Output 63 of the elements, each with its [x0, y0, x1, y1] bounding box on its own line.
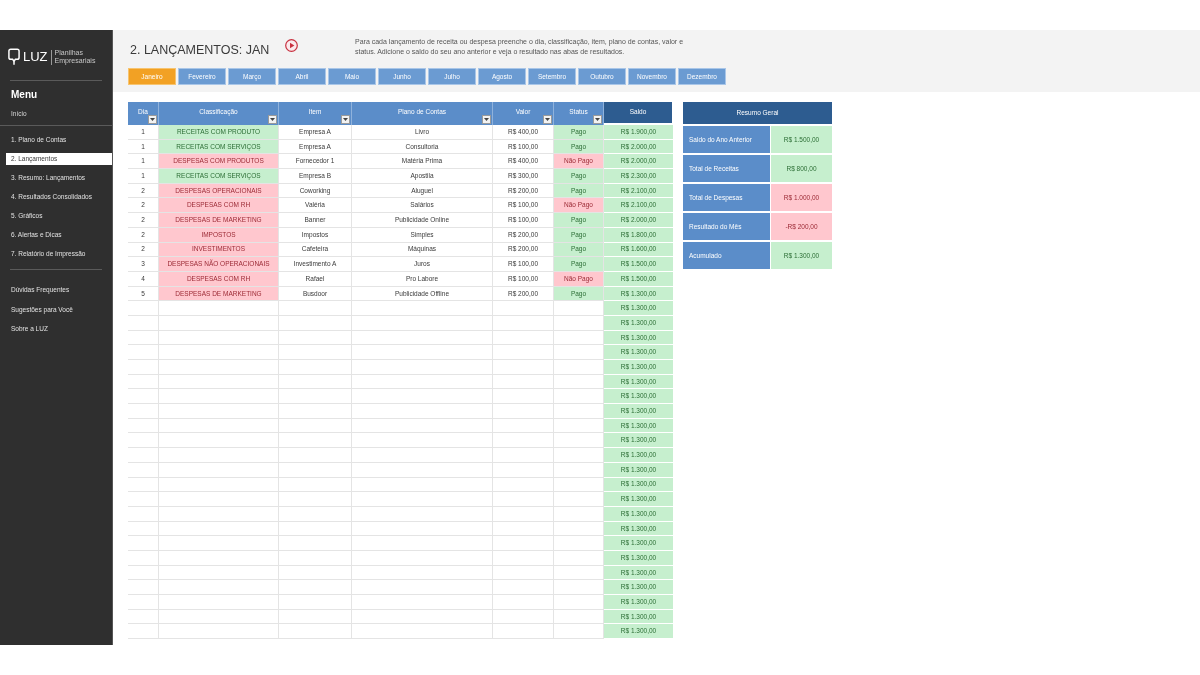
empty-cell: [128, 609, 159, 625]
logo-text: LUZ: [23, 49, 48, 65]
empty-cell: [128, 580, 159, 595]
empty-cell: [493, 404, 554, 419]
filter-button[interactable]: [341, 115, 350, 124]
empty-cell: [493, 301, 554, 316]
empty-cell: [493, 374, 554, 390]
empty-cell: [493, 492, 554, 507]
empty-cell: [128, 565, 159, 581]
empty-cell: [493, 521, 554, 537]
empty-cell: [493, 418, 554, 434]
empty-cell: [493, 624, 554, 640]
filter-button[interactable]: [268, 115, 277, 124]
empty-cell: [128, 595, 159, 610]
empty-cell: [493, 550, 554, 566]
menu-title: Menu: [11, 89, 38, 101]
empty-cell: [493, 506, 554, 522]
empty-cell: [493, 433, 554, 449]
empty-cell: [128, 315, 159, 331]
caret-down-icon: [150, 118, 155, 121]
empty-cell: [128, 345, 159, 360]
empty-cell: [128, 389, 159, 405]
empty-cell: [128, 301, 159, 316]
empty-cell: [128, 360, 159, 375]
empty-cell: [493, 609, 554, 625]
empty-cell: [493, 462, 554, 478]
empty-cell: [128, 506, 159, 522]
empty-cell: [128, 536, 159, 551]
empty-cell: [493, 330, 554, 346]
caret-down-icon: [545, 118, 550, 121]
empty-cell: [128, 462, 159, 478]
caret-down-icon: [270, 118, 275, 121]
caret-down-icon: [343, 118, 348, 121]
empty-cell: [493, 580, 554, 595]
filter-button[interactable]: [482, 115, 491, 124]
empty-cell: [493, 448, 554, 463]
empty-cell: [493, 360, 554, 375]
empty-cell: [493, 389, 554, 405]
empty-cell: [128, 492, 159, 507]
empty-cell: [128, 433, 159, 449]
lightbulb-icon: [8, 48, 20, 66]
empty-cell: [128, 374, 159, 390]
empty-cell: [128, 418, 159, 434]
empty-cell: [493, 315, 554, 331]
filter-button[interactable]: [148, 115, 157, 124]
page-title: 2. LANÇAMENTOS: JAN: [130, 43, 270, 57]
empty-cell: [128, 404, 159, 419]
empty-cell: [128, 550, 159, 566]
empty-cell: [128, 521, 159, 537]
caret-down-icon: [595, 118, 600, 121]
empty-cell: [493, 565, 554, 581]
empty-cell: [128, 624, 159, 640]
empty-cell: [128, 448, 159, 463]
empty-cell: [493, 345, 554, 360]
empty-cell: [493, 595, 554, 610]
filter-button[interactable]: [593, 115, 602, 124]
empty-cell: [493, 477, 554, 493]
empty-cell: [128, 477, 159, 493]
play-icon[interactable]: [285, 39, 298, 52]
filter-button[interactable]: [543, 115, 552, 124]
caret-down-icon: [484, 118, 489, 121]
empty-cell: [493, 536, 554, 551]
empty-cell: [128, 330, 159, 346]
